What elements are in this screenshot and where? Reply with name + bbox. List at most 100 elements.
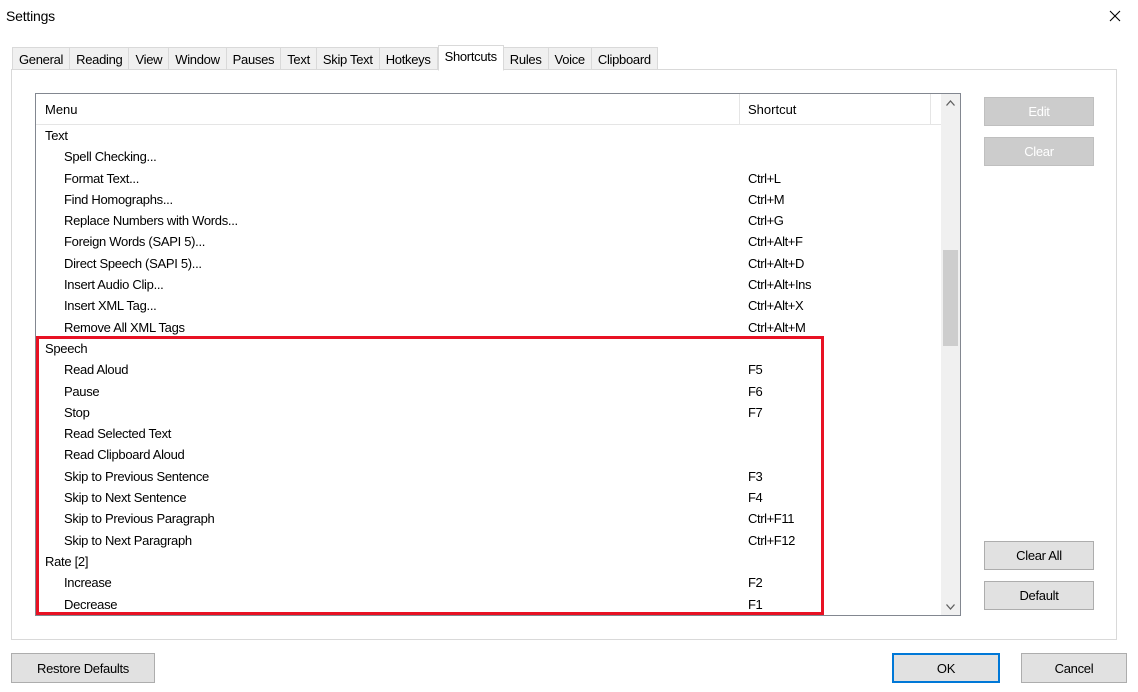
menu-label: Skip to Previous Paragraph <box>64 511 215 527</box>
list-item[interactable]: Read Aloud F5 <box>36 359 942 380</box>
menu-label: Skip to Next Paragraph <box>64 532 192 548</box>
menu-label: Insert Audio Clip... <box>64 277 164 293</box>
shortcut-value: F6 <box>748 383 763 399</box>
list-item[interactable]: Find Homographs... Ctrl+M <box>36 189 942 210</box>
menu-label: Remove All XML Tags <box>64 319 185 335</box>
window-title: Settings <box>6 8 55 24</box>
tab-general[interactable]: General <box>12 47 71 70</box>
shortcut-value: Ctrl+Alt+Ins <box>748 277 812 293</box>
menu-label: Rate [2] <box>45 553 89 569</box>
list-item[interactable]: Skip to Next Paragraph Ctrl+F12 <box>36 530 942 551</box>
list-item[interactable]: Format Text... Ctrl+L <box>36 168 942 189</box>
list-header: Menu Shortcut <box>36 94 942 125</box>
menu-label: Foreign Words (SAPI 5)... <box>64 234 206 250</box>
shortcut-value: F2 <box>748 575 763 591</box>
cancel-button[interactable]: Cancel <box>1021 653 1127 683</box>
title-bar: Settings <box>0 0 1138 32</box>
scroll-down-button[interactable] <box>941 598 960 615</box>
tab-hotkeys[interactable]: Hotkeys <box>379 47 438 70</box>
shortcut-value: Ctrl+Alt+F <box>748 234 803 250</box>
tab-voice[interactable]: Voice <box>548 47 592 70</box>
shortcut-value: F7 <box>748 404 763 420</box>
menu-label: Speech <box>45 340 88 356</box>
list-item[interactable]: Skip to Previous Paragraph Ctrl+F11 <box>36 508 942 529</box>
list-item[interactable]: Increase F2 <box>36 572 942 593</box>
shortcut-value: Ctrl+Alt+D <box>748 255 804 271</box>
column-divider[interactable] <box>739 94 740 124</box>
restore-defaults-button[interactable]: Restore Defaults <box>11 653 155 683</box>
list-item[interactable]: Skip to Previous Sentence F3 <box>36 466 942 487</box>
group-row[interactable]: Speech <box>36 338 942 359</box>
list-item[interactable]: Stop F7 <box>36 402 942 423</box>
clear-button[interactable]: Clear <box>984 137 1094 166</box>
column-header-shortcut[interactable]: Shortcut <box>748 102 796 117</box>
shortcut-value: F4 <box>748 490 763 506</box>
list-item[interactable]: Pause F6 <box>36 381 942 402</box>
menu-label: Spell Checking... <box>64 149 157 165</box>
list-rows: Text Spell Checking... Format Text... Ctrl+… <box>36 125 942 615</box>
tab-reading[interactable]: Reading <box>70 47 130 70</box>
chevron-down-icon <box>946 603 955 610</box>
group-row[interactable]: Rate [2] <box>36 551 942 572</box>
group-row[interactable]: Text <box>36 125 942 146</box>
menu-label: Read Clipboard Aloud <box>64 447 185 463</box>
menu-label: Skip to Next Sentence <box>64 490 187 506</box>
tab-clipboard[interactable]: Clipboard <box>591 47 658 70</box>
list-item[interactable]: Direct Speech (SAPI 5)... Ctrl+Alt+D <box>36 253 942 274</box>
menu-label: Increase <box>64 575 112 591</box>
scrollbar-thumb[interactable] <box>943 250 958 346</box>
shortcut-value: Ctrl+Alt+M <box>748 319 806 335</box>
list-item[interactable]: Read Clipboard Aloud <box>36 444 942 465</box>
menu-label: Replace Numbers with Words... <box>64 213 238 229</box>
tab-window[interactable]: Window <box>169 47 227 70</box>
list-item[interactable]: Foreign Words (SAPI 5)... Ctrl+Alt+F <box>36 231 942 252</box>
tab-shortcuts[interactable]: Shortcuts <box>437 45 504 71</box>
chevron-up-icon <box>946 99 955 106</box>
default-button[interactable]: Default <box>984 581 1094 610</box>
menu-label: Read Aloud <box>64 362 129 378</box>
list-item[interactable]: Skip to Next Sentence F4 <box>36 487 942 508</box>
menu-label: Find Homographs... <box>64 191 173 207</box>
column-header-menu[interactable]: Menu <box>45 102 78 117</box>
list-item[interactable]: Insert Audio Clip... Ctrl+Alt+Ins <box>36 274 942 295</box>
shortcut-value: Ctrl+F11 <box>748 511 795 527</box>
list-item[interactable]: Decrease F1 <box>36 594 942 615</box>
close-button[interactable] <box>1092 0 1138 32</box>
shortcut-value: F1 <box>748 596 763 612</box>
column-divider <box>930 94 931 124</box>
shortcut-value: Ctrl+G <box>748 213 784 229</box>
tab-skip-text[interactable]: Skip Text <box>316 47 380 70</box>
shortcut-value: Ctrl+L <box>748 170 781 186</box>
edit-button[interactable]: Edit <box>984 97 1094 126</box>
menu-label: Insert XML Tag... <box>64 298 157 314</box>
menu-label: Skip to Previous Sentence <box>64 468 209 484</box>
menu-label: Decrease <box>64 596 118 612</box>
list-item[interactable]: Replace Numbers with Words... Ctrl+G <box>36 210 942 231</box>
list-item[interactable]: Remove All XML Tags Ctrl+Alt+M <box>36 317 942 338</box>
shortcuts-list[interactable]: Menu Shortcut Text Spell Checking... Forma… <box>35 93 961 616</box>
menu-label: Format Text... <box>64 170 140 186</box>
shortcut-value: Ctrl+F12 <box>748 532 796 548</box>
tab-text[interactable]: Text <box>281 47 317 70</box>
shortcut-value: F5 <box>748 362 763 378</box>
menu-label: Pause <box>64 383 100 399</box>
list-item[interactable]: Read Selected Text <box>36 423 942 444</box>
menu-label: Text <box>45 128 68 143</box>
shortcut-value: Ctrl+M <box>748 191 785 207</box>
menu-label: Direct Speech (SAPI 5)... <box>64 255 202 271</box>
tab-view[interactable]: View <box>129 47 170 70</box>
menu-label: Stop <box>64 404 90 420</box>
shortcut-value: F3 <box>748 468 763 484</box>
menu-label: Read Selected Text <box>64 426 172 442</box>
list-item[interactable]: Insert XML Tag... Ctrl+Alt+X <box>36 295 942 316</box>
list-item[interactable]: Spell Checking... <box>36 146 942 167</box>
scroll-up-button[interactable] <box>941 94 960 111</box>
ok-button[interactable]: OK <box>892 653 1000 683</box>
settings-tabs: General Reading View Window Pauses Text Skip T… <box>12 44 658 71</box>
shortcut-value: Ctrl+Alt+X <box>748 298 804 314</box>
tab-pauses[interactable]: Pauses <box>226 47 282 70</box>
close-icon <box>1109 10 1121 22</box>
clear-all-button[interactable]: Clear All <box>984 541 1094 570</box>
tab-rules[interactable]: Rules <box>503 47 549 70</box>
vertical-scrollbar[interactable] <box>941 94 960 615</box>
